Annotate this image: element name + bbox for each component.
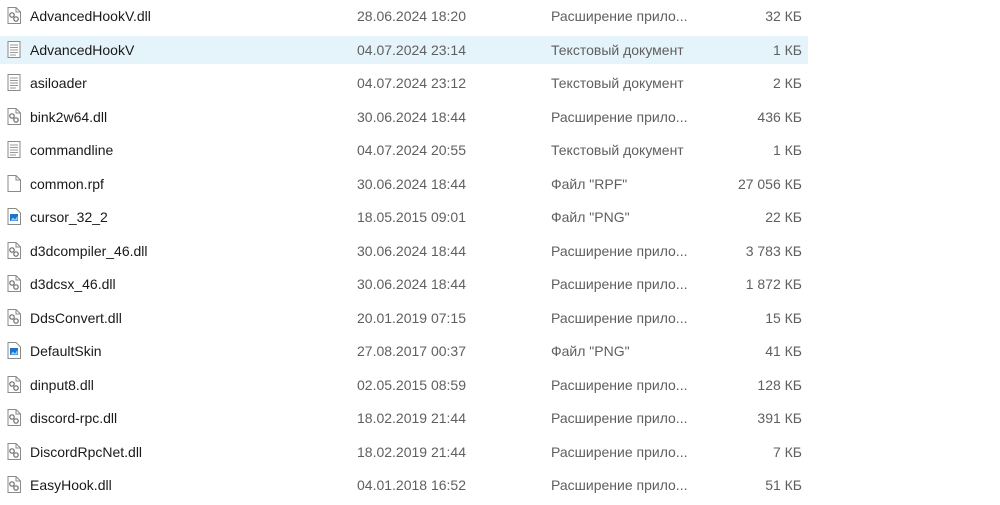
file-size: 27 056 КБ bbox=[737, 175, 802, 192]
file-type: Файл "PNG" bbox=[551, 343, 630, 359]
file-type: Расширение прило... bbox=[551, 309, 688, 326]
dll-file-icon bbox=[7, 241, 21, 259]
file-name: AdvancedHookV.dll bbox=[30, 8, 151, 24]
file-row[interactable]: d3dcompiler_46.dll 30.06.2024 18:44 Расшир… bbox=[0, 237, 808, 265]
file-name: cursor_32_2 bbox=[30, 209, 108, 225]
file-type: Расширение прило... bbox=[551, 410, 688, 426]
file-row[interactable]: cursor_32_2 18.05.2015 09:01 Файл "PNG" 22 … bbox=[0, 203, 808, 231]
blank-file-icon bbox=[7, 174, 21, 192]
file-row[interactable]: DefaultSkin 27.08.2017 00:37 Файл "PNG" 41 … bbox=[0, 337, 808, 365]
file-date-modified: 30.06.2024 18:44 bbox=[357, 108, 466, 125]
file-type: Расширение прило... bbox=[551, 443, 688, 460]
file-type: Файл "PNG" bbox=[551, 209, 630, 225]
file-date-modified: 28.06.2024 18:20 bbox=[357, 8, 466, 24]
dll-file-icon bbox=[7, 409, 21, 426]
image-file-icon bbox=[7, 208, 21, 225]
file-size: 7 КБ bbox=[772, 443, 802, 460]
file-list: AdvancedHookV.dll 28.06.2024 18:20 Расшире… bbox=[0, 0, 1000, 505]
file-size: 51 КБ bbox=[765, 477, 802, 493]
file-name: DiscordRpcNet.dll bbox=[30, 443, 143, 460]
file-type: Расширение прило... bbox=[551, 376, 688, 393]
file-name: common.rpf bbox=[30, 175, 104, 192]
dll-file-icon bbox=[7, 275, 21, 292]
file-date-modified: 02.05.2015 08:59 bbox=[357, 376, 466, 393]
dll-file-icon bbox=[7, 476, 21, 493]
file-date-modified: 27.08.2017 00:37 bbox=[357, 343, 466, 359]
dll-file-icon bbox=[7, 442, 21, 460]
text-file-icon bbox=[7, 141, 21, 158]
dll-file-icon bbox=[7, 308, 21, 326]
file-size: 3 783 КБ bbox=[745, 242, 802, 259]
file-size: 1 872 КБ bbox=[745, 276, 802, 292]
file-date-modified: 04.07.2024 20:55 bbox=[357, 142, 466, 158]
file-name: discord-rpc.dll bbox=[30, 410, 118, 426]
file-date-modified: 20.01.2019 07:15 bbox=[357, 309, 466, 326]
file-type: Расширение прило... bbox=[551, 242, 688, 259]
file-size: 15 КБ bbox=[765, 309, 802, 326]
file-date-modified: 18.02.2019 21:44 bbox=[357, 410, 466, 426]
text-file-icon bbox=[7, 74, 21, 91]
file-size: 41 КБ bbox=[765, 343, 802, 359]
file-name: AdvancedHookV bbox=[30, 41, 135, 58]
file-row[interactable]: d3dcsx_46.dll 30.06.2024 18:44 Расширение … bbox=[0, 270, 808, 298]
file-type: Расширение прило... bbox=[551, 108, 688, 125]
file-row[interactable]: asiloader 04.07.2024 23:12 Текстовый докум… bbox=[0, 69, 808, 97]
text-file-icon bbox=[7, 40, 21, 58]
file-name: d3dcsx_46.dll bbox=[30, 276, 116, 292]
file-row[interactable]: EasyHook.dll 04.01.2018 16:52 Расширение п… bbox=[0, 471, 808, 499]
file-name: bink2w64.dll bbox=[30, 108, 108, 125]
file-type: Расширение прило... bbox=[551, 477, 688, 493]
file-name: d3dcompiler_46.dll bbox=[30, 242, 148, 259]
file-type: Текстовый документ bbox=[551, 75, 684, 91]
file-name: dinput8.dll bbox=[30, 376, 94, 393]
file-name: asiloader bbox=[30, 75, 87, 91]
file-type: Текстовый документ bbox=[551, 142, 684, 158]
file-date-modified: 18.02.2019 21:44 bbox=[357, 443, 466, 460]
file-date-modified: 30.06.2024 18:44 bbox=[357, 276, 466, 292]
file-row[interactable]: dinput8.dll 02.05.2015 08:59 Расширение пр… bbox=[0, 371, 808, 399]
file-row[interactable]: DdsConvert.dll 20.01.2019 07:15 Расширение… bbox=[0, 304, 808, 332]
file-size: 128 КБ bbox=[757, 376, 802, 393]
file-size: 32 КБ bbox=[765, 8, 802, 24]
file-size: 436 КБ bbox=[757, 108, 802, 125]
file-row[interactable]: common.rpf 30.06.2024 18:44 Файл "RPF" 27 0… bbox=[0, 170, 808, 198]
dll-file-icon bbox=[7, 107, 21, 125]
file-row[interactable]: discord-rpc.dll 18.02.2019 21:44 Расширени… bbox=[0, 404, 808, 432]
dll-file-icon bbox=[7, 7, 21, 24]
file-name: DdsConvert.dll bbox=[30, 309, 122, 326]
dll-file-icon bbox=[7, 375, 21, 393]
file-row[interactable]: commandline 04.07.2024 20:55 Текстовый док… bbox=[0, 136, 808, 164]
file-row[interactable]: AdvancedHookV 04.07.2024 23:14 Текстовый д… bbox=[0, 35, 808, 64]
file-date-modified: 30.06.2024 18:44 bbox=[357, 242, 466, 259]
file-size: 391 КБ bbox=[757, 410, 802, 426]
file-date-modified: 04.01.2018 16:52 bbox=[357, 477, 466, 493]
file-size: 2 КБ bbox=[772, 75, 802, 91]
file-size: 22 КБ bbox=[765, 209, 802, 225]
file-size: 1 КБ bbox=[772, 142, 802, 158]
file-date-modified: 04.07.2024 23:14 bbox=[357, 41, 466, 58]
file-type: Текстовый документ bbox=[551, 41, 684, 58]
file-date-modified: 30.06.2024 18:44 bbox=[357, 175, 466, 192]
file-name: EasyHook.dll bbox=[30, 477, 112, 493]
file-type: Файл "RPF" bbox=[551, 175, 628, 192]
file-name: DefaultSkin bbox=[30, 343, 102, 359]
file-type: Расширение прило... bbox=[551, 8, 688, 24]
file-size: 1 КБ bbox=[772, 41, 802, 58]
file-row[interactable]: AdvancedHookV.dll 28.06.2024 18:20 Расшире… bbox=[0, 2, 808, 30]
file-row[interactable]: DiscordRpcNet.dll 18.02.2019 21:44 Расшире… bbox=[0, 438, 808, 466]
file-name: commandline bbox=[30, 142, 114, 158]
file-row[interactable]: bink2w64.dll 30.06.2024 18:44 Расширение п… bbox=[0, 103, 808, 131]
image-file-icon bbox=[7, 342, 21, 359]
file-date-modified: 04.07.2024 23:12 bbox=[357, 75, 466, 91]
file-date-modified: 18.05.2015 09:01 bbox=[357, 209, 466, 225]
file-type: Расширение прило... bbox=[551, 276, 688, 292]
